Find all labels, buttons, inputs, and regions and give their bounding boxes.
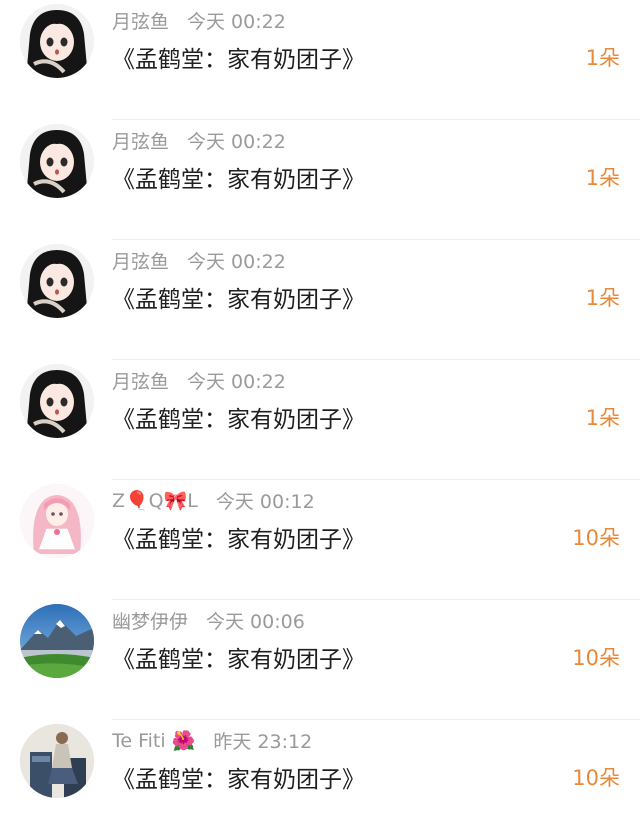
- gift-list: 月弦鱼 今天 00:22 《孟鹤堂：家有奶团子》 1朵 月弦鱼 今天 00:22…: [0, 0, 640, 840]
- username[interactable]: Te Fiti 🌺: [112, 729, 195, 752]
- username[interactable]: 月弦鱼: [112, 247, 169, 274]
- list-item[interactable]: 月弦鱼 今天 00:22 《孟鹤堂：家有奶团子》 1朵: [0, 120, 640, 240]
- item-meta: 幽梦伊伊 今天 00:06: [112, 606, 305, 634]
- pink-anime-girl-avatar-icon: [20, 484, 94, 558]
- mountain-landscape-avatar-icon: [20, 604, 94, 678]
- gift-title: 《孟鹤堂：家有奶团子》: [112, 407, 365, 433]
- anime-girl-avatar-icon: [20, 4, 94, 78]
- username[interactable]: 月弦鱼: [112, 127, 169, 154]
- anime-girl-avatar-icon: [20, 364, 94, 438]
- item-meta: Z🎈Q🎀L 今天 00:12: [112, 486, 315, 514]
- list-item[interactable]: Te Fiti 🌺 昨天 23:12 《孟鹤堂：家有奶团子》 10朵: [0, 720, 640, 840]
- gift-count: 10朵: [572, 766, 620, 790]
- item-meta: 月弦鱼 今天 00:22: [112, 6, 286, 34]
- gift-title: 《孟鹤堂：家有奶团子》: [112, 767, 365, 793]
- list-item[interactable]: 月弦鱼 今天 00:22 《孟鹤堂：家有奶团子》 1朵: [0, 240, 640, 360]
- avatar[interactable]: [20, 244, 94, 318]
- avatar[interactable]: [20, 124, 94, 198]
- timestamp: 今天 00:22: [187, 370, 286, 393]
- avatar[interactable]: [20, 364, 94, 438]
- item-meta: 月弦鱼 今天 00:22: [112, 126, 286, 154]
- list-item[interactable]: 幽梦伊伊 今天 00:06 《孟鹤堂：家有奶团子》 10朵: [0, 600, 640, 720]
- username[interactable]: Z🎈Q🎀L: [112, 489, 198, 512]
- gift-title: 《孟鹤堂：家有奶团子》: [112, 647, 365, 673]
- list-item[interactable]: 月弦鱼 今天 00:22 《孟鹤堂：家有奶团子》 1朵: [0, 0, 640, 120]
- gift-title: 《孟鹤堂：家有奶团子》: [112, 47, 365, 73]
- gift-count: 10朵: [572, 526, 620, 550]
- timestamp: 今天 00:22: [187, 250, 286, 273]
- list-item[interactable]: Z🎈Q🎀L 今天 00:12 《孟鹤堂：家有奶团子》 10朵: [0, 480, 640, 600]
- timestamp: 今天 00:22: [187, 10, 286, 33]
- item-meta: 月弦鱼 今天 00:22: [112, 246, 286, 274]
- gift-title: 《孟鹤堂：家有奶团子》: [112, 287, 365, 313]
- avatar[interactable]: [20, 724, 94, 798]
- gift-count: 1朵: [585, 286, 620, 310]
- timestamp: 今天 00:06: [206, 610, 305, 633]
- gift-count: 1朵: [585, 406, 620, 430]
- gift-count: 10朵: [572, 646, 620, 670]
- item-meta: 月弦鱼 今天 00:22: [112, 366, 286, 394]
- anime-girl-avatar-icon: [20, 244, 94, 318]
- list-item[interactable]: 月弦鱼 今天 00:22 《孟鹤堂：家有奶团子》 1朵: [0, 360, 640, 480]
- avatar[interactable]: [20, 604, 94, 678]
- gift-title: 《孟鹤堂：家有奶团子》: [112, 167, 365, 193]
- gift-count: 1朵: [585, 46, 620, 70]
- gift-title: 《孟鹤堂：家有奶团子》: [112, 527, 365, 553]
- item-meta: Te Fiti 🌺 昨天 23:12: [112, 726, 312, 754]
- gift-count: 1朵: [585, 166, 620, 190]
- username[interactable]: 月弦鱼: [112, 7, 169, 34]
- avatar[interactable]: [20, 4, 94, 78]
- username[interactable]: 幽梦伊伊: [112, 607, 188, 634]
- timestamp: 昨天 23:12: [213, 730, 313, 753]
- person-photo-avatar-icon: [20, 724, 94, 798]
- timestamp: 今天 00:12: [215, 490, 315, 513]
- timestamp: 今天 00:22: [187, 130, 286, 153]
- username[interactable]: 月弦鱼: [112, 367, 169, 394]
- avatar[interactable]: [20, 484, 94, 558]
- anime-girl-avatar-icon: [20, 124, 94, 198]
